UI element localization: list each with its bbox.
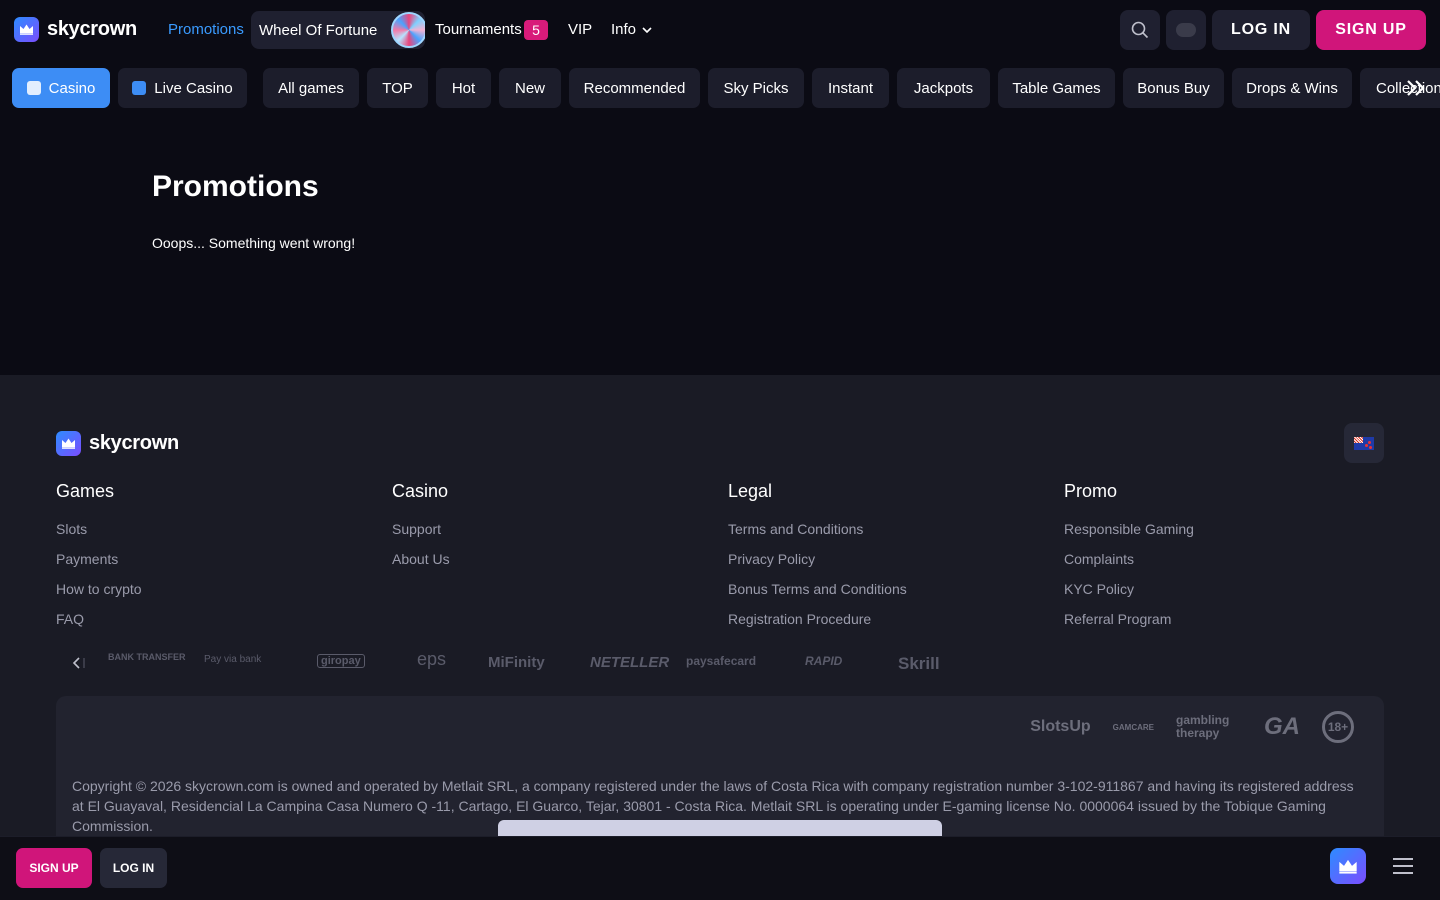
nav-info-label: Info	[611, 21, 637, 38]
neteller-logo: NETELLER	[590, 654, 670, 671]
site-logo[interactable]: skycrown	[14, 17, 137, 42]
toggle-icon	[1176, 23, 1196, 37]
footer-column-casino: Casino Support About Us	[392, 481, 450, 580]
nav-info-dropdown[interactable]: Info	[611, 21, 652, 38]
footer-link-privacy[interactable]: Privacy Policy	[728, 550, 907, 580]
tab-live-casino-label: Live Casino	[154, 79, 233, 97]
category-table-games[interactable]: Table Games	[998, 68, 1115, 108]
footer-column-title: Casino	[392, 481, 449, 501]
search-button[interactable]	[1120, 10, 1160, 50]
bottom-login-button[interactable]: LOG IN	[100, 848, 167, 888]
nav-wheel-of-fortune[interactable]: Wheel Of Fortune	[251, 11, 425, 49]
app-home-button[interactable]	[1330, 848, 1366, 884]
footer-logo-text: skycrown	[89, 432, 179, 454]
category-bar: Casino Live Casino All games TOP Hot New…	[0, 68, 1440, 108]
gamcare-logo[interactable]: GAMCARE	[1113, 723, 1154, 732]
language-selector[interactable]	[1344, 423, 1384, 463]
category-collections[interactable]: Collections	[1360, 68, 1440, 108]
top-header: skycrown Promotions Wheel Of Fortune Tou…	[0, 0, 1440, 60]
bottom-bar: SIGN UP LOG IN	[0, 836, 1440, 900]
bottom-signup-button[interactable]: SIGN UP	[16, 848, 92, 888]
category-bonus-buy[interactable]: Bonus Buy	[1123, 68, 1224, 108]
category-all-games[interactable]: All games	[263, 68, 359, 108]
category-recommended[interactable]: Recommended	[569, 68, 700, 108]
search-icon	[1131, 21, 1149, 39]
crown-icon	[56, 431, 81, 456]
live-casino-icon	[132, 81, 147, 95]
footer-link-about-us[interactable]: About Us	[392, 550, 450, 580]
footer-column-title: Games	[56, 481, 115, 501]
hamburger-menu-icon[interactable]	[1392, 857, 1414, 875]
age-18-icon: 18+	[1322, 711, 1354, 743]
footer-column-games: Games Slots Payments How to crypto FAQ	[56, 481, 142, 640]
nz-flag-icon	[1354, 436, 1374, 450]
eps-logo: eps	[417, 649, 447, 669]
nav-vip[interactable]: VIP	[568, 21, 592, 38]
signup-button[interactable]: SIGN UP	[1316, 10, 1426, 50]
crown-icon	[1339, 859, 1357, 874]
footer-link-slots[interactable]: Slots	[56, 520, 142, 550]
tab-casino[interactable]: Casino	[12, 68, 110, 108]
category-jackpots[interactable]: Jackpots	[897, 68, 990, 108]
footer-link-kyc[interactable]: KYC Policy	[1064, 580, 1194, 610]
rapid-logo: RAPID	[805, 654, 843, 668]
footer-link-terms[interactable]: Terms and Conditions	[728, 520, 907, 550]
tournaments-count-badge: 5	[524, 20, 548, 40]
error-message: Ooops... Something went wrong!	[152, 235, 356, 251]
chevron-left-icon[interactable]	[70, 655, 86, 671]
footer-link-referral[interactable]: Referral Program	[1064, 610, 1194, 640]
footer-logo[interactable]: skycrown	[56, 431, 179, 456]
footer-link-registration[interactable]: Registration Procedure	[728, 610, 907, 640]
footer-link-payments[interactable]: Payments	[56, 550, 142, 580]
footer-link-bonus-terms[interactable]: Bonus Terms and Conditions	[728, 580, 907, 610]
pay-via-bank-logo: Pay via bank	[204, 654, 262, 665]
ga-logo[interactable]: GA	[1264, 713, 1300, 741]
wheel-of-fortune-label: Wheel Of Fortune	[259, 21, 378, 39]
gambling-therapy-logo[interactable]: gambling therapy	[1176, 714, 1242, 740]
bank-transfer-logo: BANK TRANSFER	[108, 652, 186, 662]
category-instant[interactable]: Instant	[812, 68, 889, 108]
footer-link-how-to-crypto[interactable]: How to crypto	[56, 580, 142, 610]
skrill-logo: Skrill	[898, 654, 940, 673]
payment-methods-carousel: BANK TRANSFER Pay via bank giropay eps M…	[56, 649, 956, 675]
slotsup-logo[interactable]: SlotsUp	[1030, 718, 1090, 736]
logo-text: skycrown	[47, 18, 137, 40]
footer-link-complaints[interactable]: Complaints	[1064, 550, 1194, 580]
footer-link-responsible-gaming[interactable]: Responsible Gaming	[1064, 520, 1194, 550]
chevron-down-icon	[642, 26, 652, 33]
footer-column-title: Promo	[1064, 481, 1118, 501]
category-drops-wins[interactable]: Drops & Wins	[1232, 68, 1352, 108]
fortune-wheel-icon	[391, 12, 425, 48]
theme-toggle-button[interactable]	[1166, 10, 1206, 50]
footer-link-faq[interactable]: FAQ	[56, 610, 142, 640]
footer-column-legal: Legal Terms and Conditions Privacy Polic…	[728, 481, 907, 640]
footer-link-support[interactable]: Support	[392, 520, 450, 550]
nav-promotions[interactable]: Promotions	[168, 21, 244, 38]
login-button[interactable]: LOG IN	[1212, 10, 1310, 50]
crown-icon	[14, 17, 39, 42]
double-chevron-right-icon[interactable]	[1404, 76, 1428, 100]
page-title: Promotions	[152, 170, 319, 203]
casino-icon	[26, 81, 41, 95]
category-sky-picks[interactable]: Sky Picks	[708, 68, 804, 108]
footer-column-promo: Promo Responsible Gaming Complaints KYC …	[1064, 481, 1194, 640]
paysafecard-logo: paysafecard	[686, 654, 757, 668]
mifinity-logo: MiFinity	[488, 654, 545, 671]
category-hot[interactable]: Hot	[436, 68, 491, 108]
nav-tournaments[interactable]: Tournaments	[435, 21, 522, 38]
tab-live-casino[interactable]: Live Casino	[118, 68, 247, 108]
certifications-row: SlotsUp GAMCARE gambling therapy GA 18+	[1030, 711, 1354, 743]
tab-casino-label: Casino	[48, 79, 96, 97]
category-new[interactable]: New	[499, 68, 561, 108]
category-top[interactable]: TOP	[367, 68, 428, 108]
footer-column-title: Legal	[728, 481, 773, 501]
giropay-logo: giropay	[317, 654, 365, 668]
